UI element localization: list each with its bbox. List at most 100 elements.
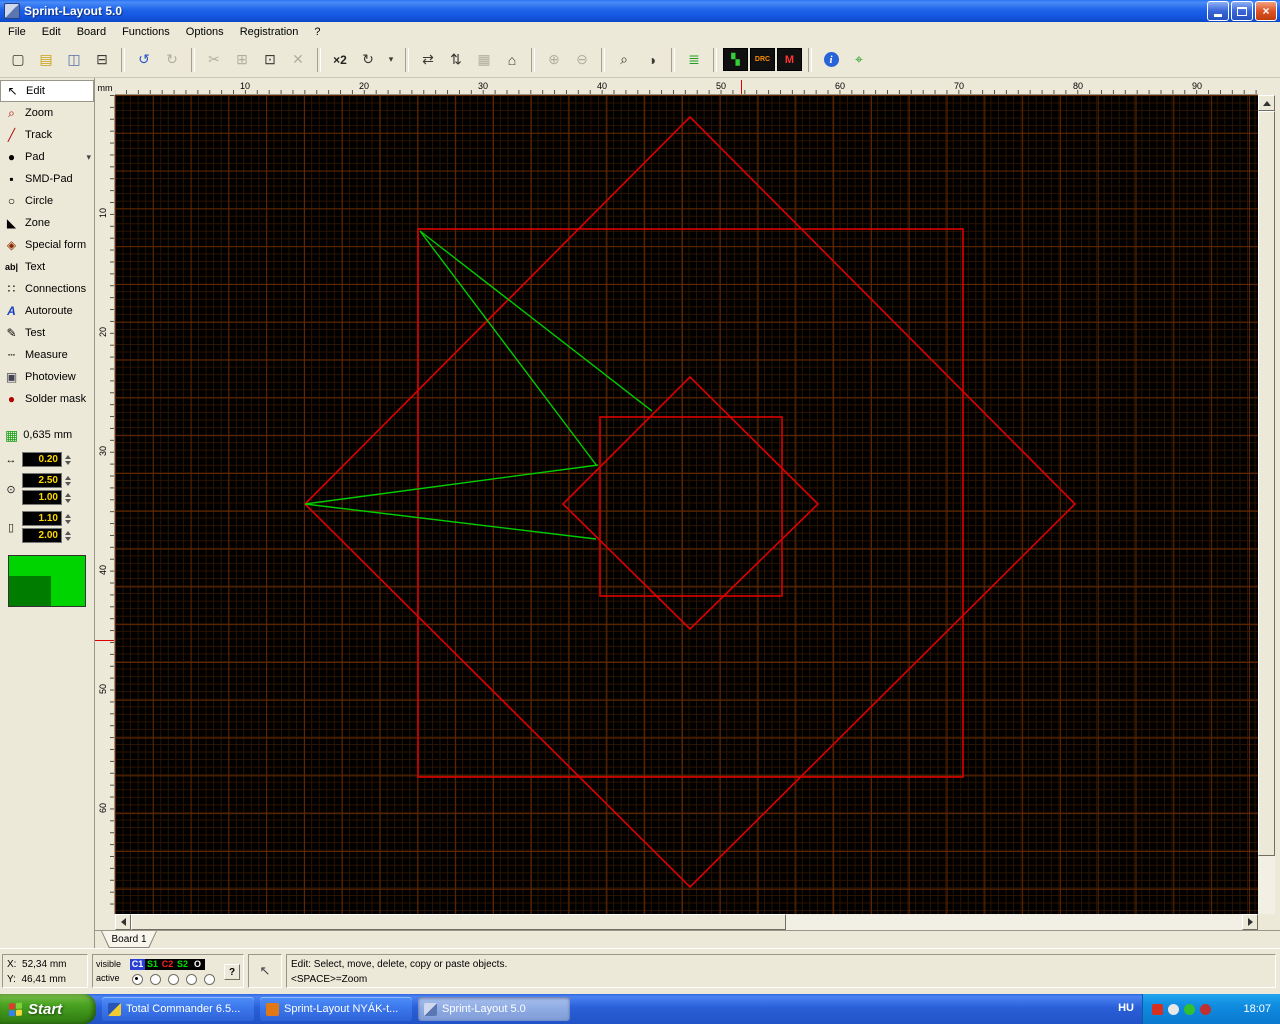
menu-registration[interactable]: Registration — [232, 23, 307, 41]
taskbar-task-total-commander[interactable]: Total Commander 6.5... — [102, 997, 254, 1021]
drc-button[interactable]: DRC — [750, 48, 775, 71]
tool-special-form[interactable]: ◈ Special form — [0, 234, 94, 256]
layer-radio-s2[interactable] — [186, 973, 197, 985]
board-canvas[interactable] — [115, 95, 1258, 914]
taskbar-task-sprint-layout-doc[interactable]: Sprint-Layout NYÁK-t... — [260, 997, 412, 1021]
menu-file[interactable]: File — [0, 23, 34, 41]
close-button[interactable]: × — [1255, 1, 1277, 21]
menu-options[interactable]: Options — [178, 23, 232, 41]
layer-color-preview — [8, 555, 86, 607]
redo-button[interactable]: ↻ — [159, 47, 185, 73]
smd-height-stepper[interactable] — [65, 530, 71, 541]
ruler-left-label: 20 — [98, 326, 109, 338]
print-button[interactable]: ⊟ — [89, 47, 115, 73]
board-tab[interactable]: Board 1 — [101, 931, 157, 948]
scroll-right-button[interactable] — [1242, 914, 1258, 930]
flip-solder-side-button[interactable]: ⊕ — [541, 47, 567, 73]
pad-drill-stepper[interactable] — [65, 492, 71, 503]
contrast-button[interactable]: ◑ — [639, 47, 665, 73]
start-button[interactable]: Start — [0, 994, 96, 1024]
tool-measure[interactable]: ┄ Measure — [0, 344, 94, 366]
keyboard-language-indicator[interactable]: HU — [1118, 1002, 1134, 1014]
pad-dropdown-icon[interactable]: ▾ — [86, 152, 91, 163]
tool-pad[interactable]: ● Pad ▾ — [0, 146, 94, 168]
layer-colors-button[interactable]: ≣ — [681, 47, 707, 73]
scroll-left-button[interactable] — [115, 914, 131, 930]
menu-board[interactable]: Board — [69, 23, 114, 41]
smd-width-value[interactable]: 1.10 — [22, 511, 62, 526]
tray-app-icon-2[interactable] — [1200, 1003, 1211, 1015]
horizontal-scrollbar[interactable] — [115, 914, 1258, 930]
mirror-vertical-button[interactable]: ⇅ — [443, 47, 469, 73]
scroll-up-button[interactable] — [1258, 95, 1275, 111]
set-origin-button[interactable]: ⌖ — [846, 47, 872, 73]
smd-width-stepper[interactable] — [65, 513, 71, 524]
tool-autoroute[interactable]: A Autoroute — [0, 300, 94, 322]
layer-radio-o[interactable] — [204, 973, 215, 985]
vertical-scrollbar[interactable] — [1258, 95, 1275, 930]
tool-track[interactable]: ╱ Track — [0, 124, 94, 146]
paste-button[interactable]: ⊡ — [257, 47, 283, 73]
new-button[interactable]: ▢ — [5, 47, 31, 73]
menu-help[interactable]: ? — [306, 23, 328, 41]
tool-zone[interactable]: ◣ Zone — [0, 212, 94, 234]
tool-test[interactable]: ✎ Test — [0, 322, 94, 344]
layer-chip[interactable]: C1 — [130, 958, 145, 970]
tool-connections[interactable]: ∷ Connections — [0, 278, 94, 300]
tray-app-icon-1[interactable] — [1184, 1003, 1195, 1015]
tool-photoview[interactable]: ▣ Photoview — [0, 366, 94, 388]
tool-smd-pad[interactable]: ▪ SMD-Pad — [0, 168, 94, 190]
security-shield-icon[interactable] — [1152, 1003, 1163, 1015]
layer-chip[interactable]: S2 — [175, 958, 190, 970]
tool-label: Solder mask — [25, 393, 87, 405]
layer-chip[interactable]: S1 — [145, 958, 160, 970]
minimize-button[interactable] — [1207, 1, 1229, 21]
flip-component-side-button[interactable]: ⊖ — [569, 47, 595, 73]
connections-icon: ∷ — [7, 282, 16, 296]
toolbar-separator — [601, 47, 605, 72]
open-button[interactable]: ▤ — [33, 47, 59, 73]
info-button[interactable]: i — [818, 47, 844, 73]
rotate-dropdown[interactable]: ▾ — [383, 47, 399, 73]
layer-help-button[interactable]: ? — [224, 964, 240, 980]
copy-button[interactable]: ⊞ — [229, 47, 255, 73]
vertical-scroll-thumb[interactable] — [1258, 111, 1275, 856]
undo-button[interactable]: ↺ — [131, 47, 157, 73]
task-label: Sprint-Layout 5.0 — [442, 1003, 526, 1015]
tool-zoom[interactable]: ⌕ Zoom — [0, 102, 94, 124]
tool-text[interactable]: ab| Text — [0, 256, 94, 278]
pad-outer-value[interactable]: 2.50 — [22, 473, 62, 488]
tool-solder-mask[interactable]: ● Solder mask — [0, 388, 94, 410]
delete-button[interactable]: ✕ — [285, 47, 311, 73]
menu-edit[interactable]: Edit — [34, 23, 69, 41]
ruler-vertical: 10 20 30 40 50 60 — [95, 95, 115, 914]
save-button[interactable]: ◫ — [61, 47, 87, 73]
footprint-button[interactable]: ⌂ — [499, 47, 525, 73]
taskbar-task-sprint-layout[interactable]: Sprint-Layout 5.0 — [418, 997, 570, 1021]
cut-button[interactable]: ✂ — [201, 47, 227, 73]
track-width-stepper[interactable] — [65, 454, 71, 465]
smd-height-value[interactable]: 2.00 — [22, 528, 62, 543]
multiply-x2-button[interactable]: ×2 — [327, 47, 353, 73]
restore-button[interactable] — [1231, 1, 1253, 21]
horizontal-scroll-thumb[interactable] — [131, 914, 786, 930]
macros-button[interactable]: M — [777, 48, 802, 71]
grid-setting[interactable]: ▦ 0,635 mm — [0, 428, 94, 442]
tool-circle[interactable]: ○ Circle — [0, 190, 94, 212]
pad-outer-stepper[interactable] — [65, 475, 71, 486]
photoview-button[interactable]: ▚ — [723, 48, 748, 71]
zoom-button[interactable]: ⌕ — [611, 47, 637, 73]
align-grid-button[interactable]: ▦ — [471, 47, 497, 73]
tool-edit[interactable]: ↖ Edit — [0, 80, 94, 102]
layer-radio-c1[interactable] — [132, 973, 143, 985]
mirror-horizontal-button[interactable]: ⇄ — [415, 47, 441, 73]
layer-chip[interactable]: O — [190, 958, 205, 970]
track-width-value[interactable]: 0.20 — [22, 452, 62, 467]
layer-radio-c2[interactable] — [168, 973, 179, 985]
pad-drill-value[interactable]: 1.00 — [22, 490, 62, 505]
layer-chip[interactable]: C2 — [160, 958, 175, 970]
volume-icon[interactable] — [1168, 1003, 1179, 1015]
menu-functions[interactable]: Functions — [114, 23, 178, 41]
rotate-button[interactable]: ↻ — [355, 47, 381, 73]
layer-radio-s1[interactable] — [150, 973, 161, 985]
